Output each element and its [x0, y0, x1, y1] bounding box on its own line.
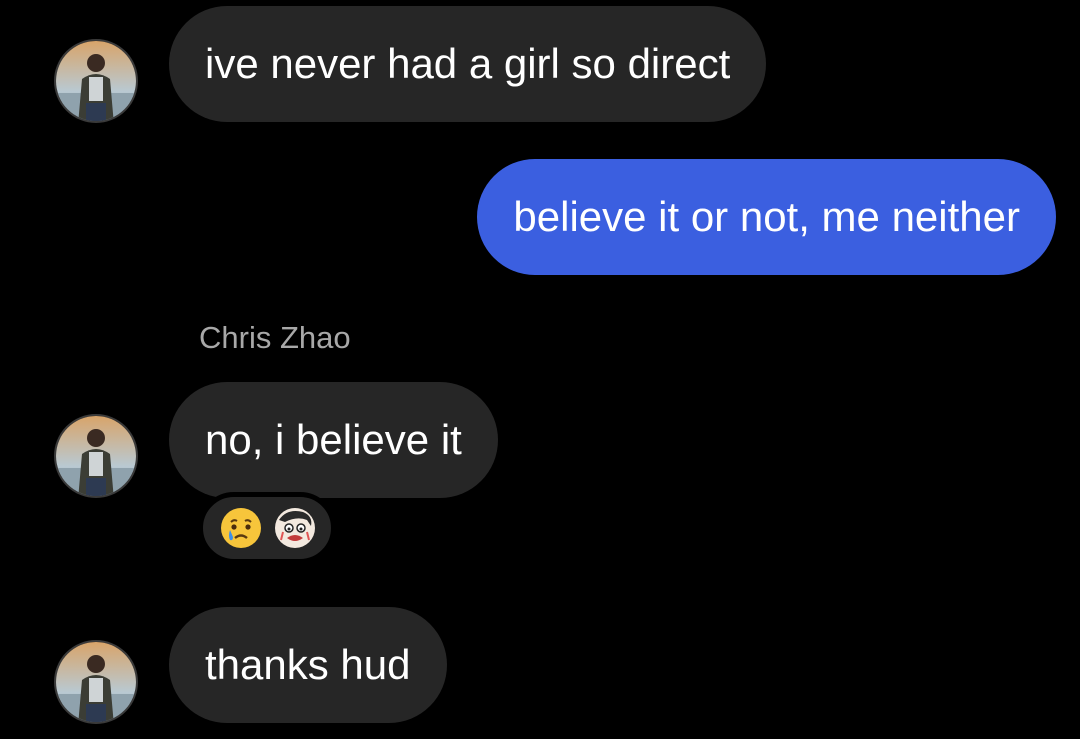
reactions-pill[interactable]	[198, 492, 336, 564]
avatar[interactable]	[54, 414, 138, 498]
message-text: ive never had a girl so direct	[205, 40, 731, 87]
crying-sticker-emoji-icon	[275, 508, 315, 548]
message-text: no, i believe it	[205, 416, 462, 463]
message-bubble-incoming[interactable]: ive never had a girl so direct	[169, 6, 767, 122]
message-bubble-incoming[interactable]: no, i believe it	[169, 382, 498, 498]
avatar[interactable]	[54, 640, 138, 724]
sender-name: Chris Zhao	[199, 320, 351, 355]
message-bubble-incoming[interactable]: thanks hud	[169, 607, 447, 723]
message-text: thanks hud	[205, 641, 411, 688]
crying-face-emoji-icon	[221, 508, 261, 548]
message-bubble-outgoing[interactable]: believe it or not, me neither	[477, 159, 1056, 275]
message-text: believe it or not, me neither	[513, 193, 1020, 240]
avatar[interactable]	[54, 39, 138, 123]
